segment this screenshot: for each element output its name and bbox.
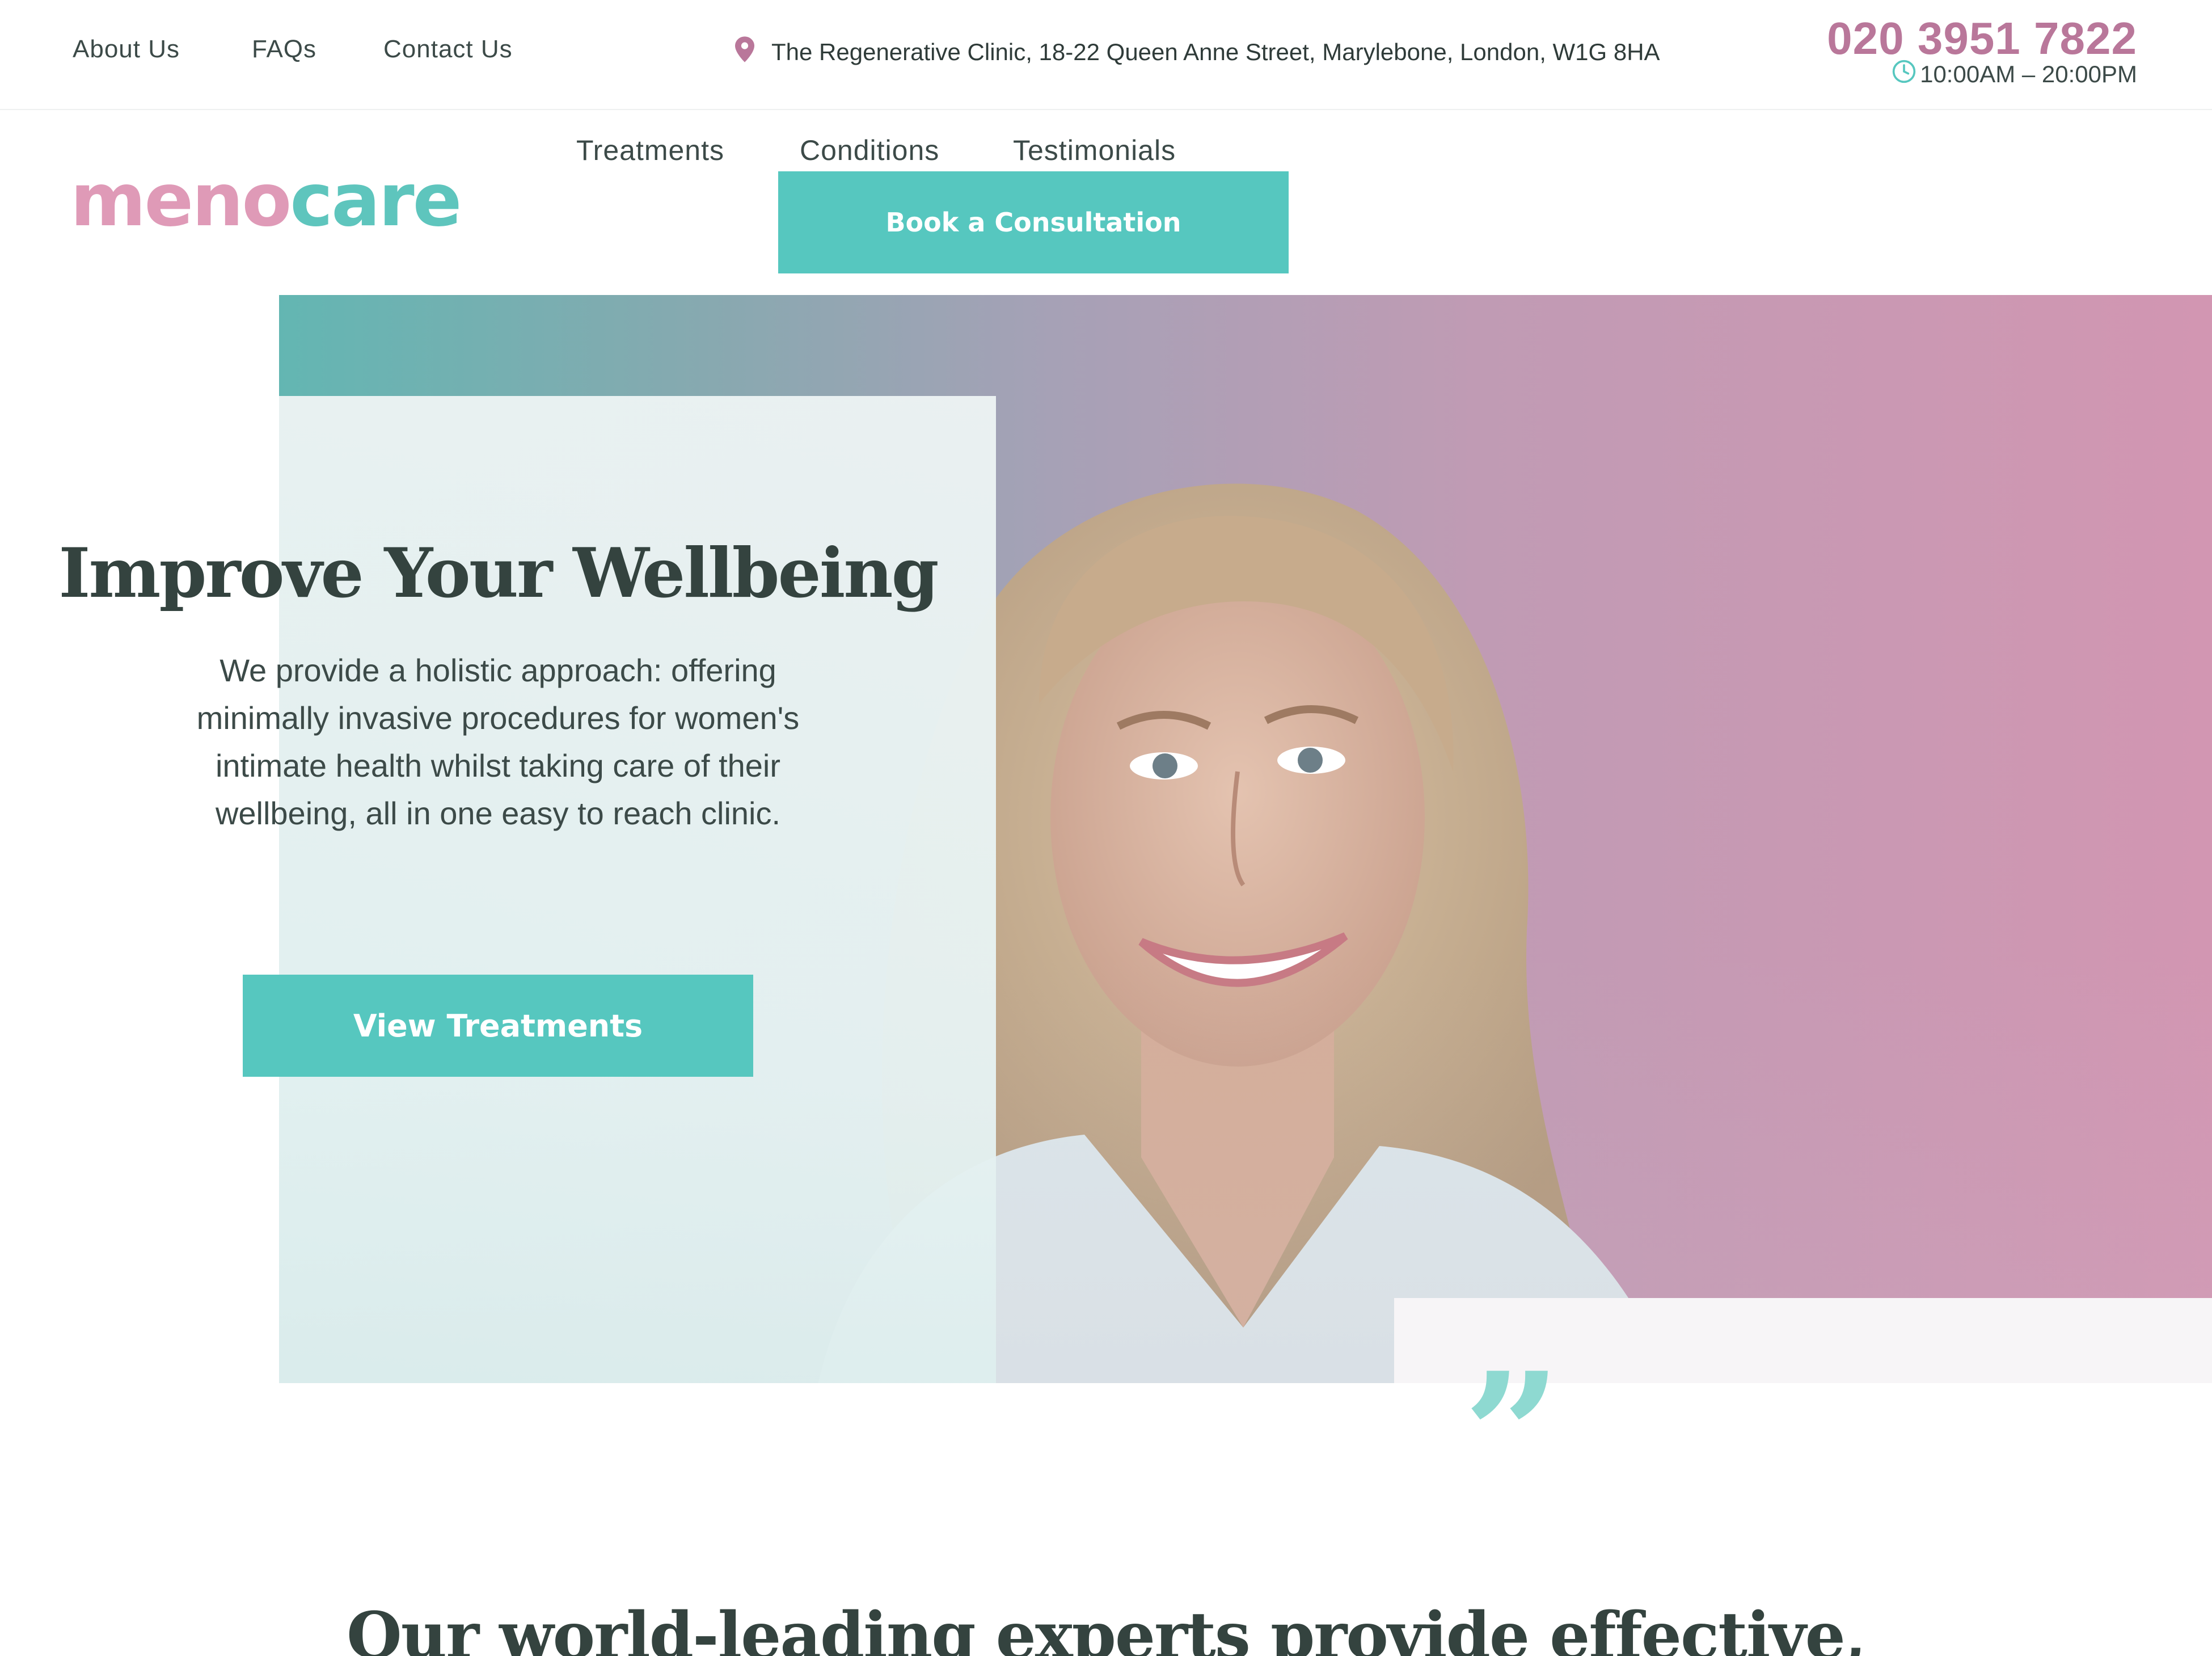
hours-text: 10:00AM – 20:00PM [1920, 61, 2137, 87]
quote-icon: ” [1463, 1335, 1561, 1535]
opening-hours: 10:00AM – 20:00PM [1892, 59, 2137, 90]
phone-number-link[interactable]: 020 3951 7822 [1827, 12, 2137, 65]
book-consultation-button[interactable]: Book a Consultation [778, 171, 1289, 273]
nav-conditions[interactable]: Conditions [800, 134, 939, 167]
clock-icon [1892, 59, 1920, 90]
hero-description: We provide a holistic approach: offering… [196, 652, 800, 831]
hero-title: Improve Your Wellbeing [58, 533, 939, 613]
menocare-logo[interactable]: menocare [70, 165, 462, 237]
contact-us-link[interactable]: Contact Us [383, 35, 513, 64]
location-pin-icon [735, 36, 771, 68]
clinic-address: The Regenerative Clinic, 18-22 Queen Ann… [735, 36, 1660, 68]
faqs-link[interactable]: FAQs [252, 35, 316, 64]
section-heading: Our world-leading experts provide effect… [347, 1599, 1867, 1656]
nav-treatments[interactable]: Treatments [576, 134, 724, 167]
nav-testimonials[interactable]: Testimonials [1013, 134, 1176, 167]
logo-meno-text: meno [70, 158, 292, 243]
about-us-link[interactable]: About Us [73, 35, 180, 64]
address-text: The Regenerative Clinic, 18-22 Queen Ann… [771, 39, 1660, 65]
logo-care-text: care [290, 158, 462, 243]
view-treatments-button[interactable]: View Treatments [243, 975, 753, 1077]
